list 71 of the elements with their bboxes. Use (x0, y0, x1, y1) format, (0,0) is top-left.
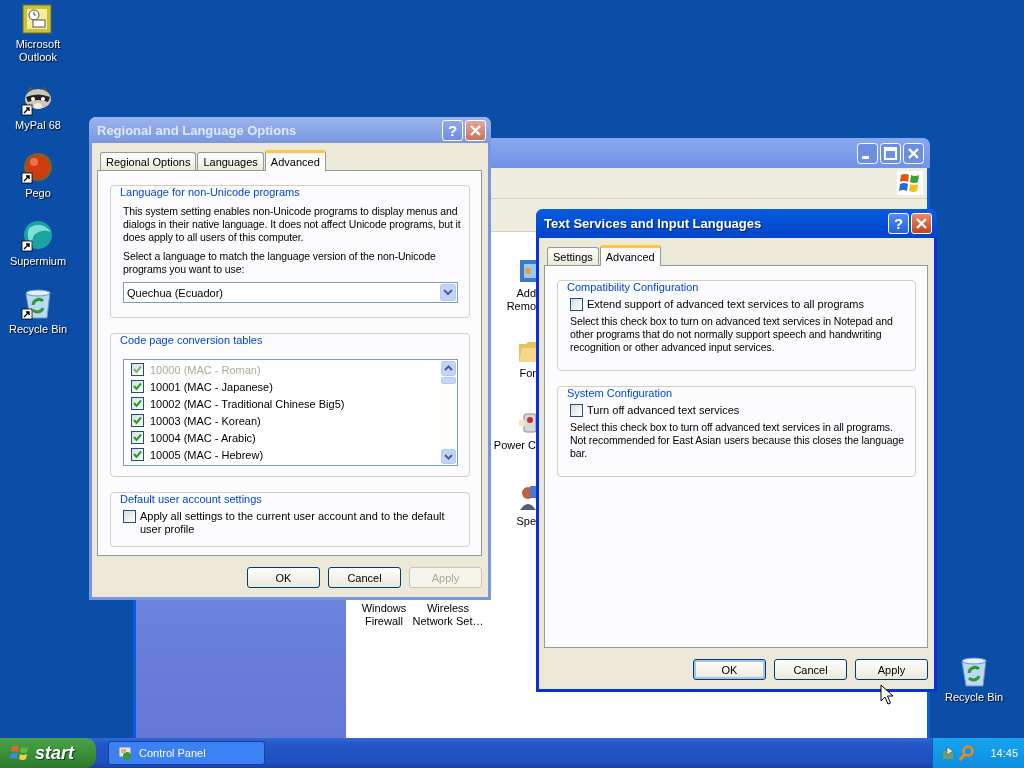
list-item[interactable]: 10001 (MAC - Japanese) (150, 380, 273, 393)
control-panel-item-label[interactable]: Windows Firewall (361, 602, 407, 628)
dialog-button[interactable]: Cancel (774, 659, 847, 680)
dialog-button[interactable]: OK (693, 659, 766, 680)
checkbox[interactable] (131, 431, 144, 444)
description-text: Select this check box to turn off advanced text services in all programs. Not recommended for East Asian users because this closes the language bar. (570, 421, 905, 460)
windows-flag-icon (897, 171, 923, 195)
control-panel-item-label[interactable]: Wireless Network Set… (412, 602, 484, 628)
group-label: System Configuration (565, 387, 675, 400)
description-text: This system setting enables non-Unicode programs to display menus and dialogs in their native language. It does not affect Unicode programs, but it does apply to all users of this computer. (123, 205, 462, 244)
desktop-icon-label[interactable]: Pego (25, 187, 51, 200)
control-panel-item-label[interactable]: Power C (493, 439, 536, 452)
group-label: Default user account settings (118, 493, 264, 506)
checkbox[interactable] (570, 404, 583, 417)
taskbar-button[interactable]: Control Panel (108, 741, 265, 765)
checkbox-label[interactable]: Turn off advanced text services (587, 404, 740, 417)
search-icon (959, 745, 975, 761)
tab[interactable]: Regional Options (100, 152, 197, 170)
tab[interactable]: Languages (197, 152, 264, 170)
dialog-button[interactable]: Cancel (328, 567, 401, 588)
group-label: Language for non-Unicode programs (118, 186, 302, 199)
close-button[interactable] (465, 119, 486, 141)
scroll-up-icon (441, 361, 456, 376)
dialog-button[interactable]: Apply (855, 659, 928, 680)
checkbox[interactable] (131, 414, 144, 427)
list-item[interactable]: 10002 (MAC - Traditional Chinese Big5) (150, 397, 345, 410)
dialog-button[interactable]: OK (247, 567, 320, 588)
language-dropdown[interactable]: Quechua (Ecuador) (123, 282, 458, 303)
close-icon (903, 142, 924, 164)
checkbox[interactable] (131, 448, 144, 461)
checkbox[interactable] (131, 380, 144, 393)
list-item[interactable]: 10004 (MAC - Arabic) (150, 431, 256, 444)
desktop-icon-label[interactable]: MyPal 68 (15, 119, 61, 132)
help-button[interactable]: ? (888, 213, 909, 234)
close-button[interactable] (911, 213, 932, 234)
tab[interactable]: Advanced (264, 150, 326, 171)
prompt-text: Select a language to match the language version of the non-Unicode programs you want to use: (123, 250, 437, 276)
checkbox[interactable] (570, 298, 583, 311)
minimize-icon (857, 142, 878, 164)
close-icon (470, 124, 481, 136)
speech-icon (518, 484, 536, 512)
start-button[interactable]: start (0, 738, 96, 768)
scroll-down-icon (441, 449, 456, 464)
control-panel-icon (117, 745, 133, 761)
desktop-icon-label[interactable]: Supermium (9, 255, 67, 268)
clock: 14:45 (990, 747, 1018, 759)
list-item[interactable]: 10005 (MAC - Hebrew) (150, 448, 264, 461)
tab[interactable]: Advanced (599, 245, 661, 266)
desktop-icon-label[interactable]: Recycle Bin (8, 323, 68, 336)
scrollbar-thumb[interactable] (441, 377, 456, 384)
cursor-icon (880, 684, 894, 706)
control-panel-item-label[interactable]: Add Remo (506, 287, 536, 313)
group-label: Code page conversion tables (118, 334, 265, 347)
desktop-icon-label[interactable]: Microsoft Outlook (15, 38, 61, 64)
checkbox-label[interactable]: Apply all settings to the current user account and to the default user profile (140, 510, 458, 536)
checkbox[interactable] (123, 510, 136, 523)
scrollbar[interactable] (440, 360, 457, 465)
control-panel-item-label[interactable]: For (519, 367, 536, 380)
checkbox[interactable] (131, 397, 144, 410)
desktop-icon-label[interactable]: Recycle Bin (944, 691, 1004, 704)
windows-flag-icon (10, 744, 30, 762)
description-text: Select this check box to turn on advanced text services in Notepad and other programs that do not normally support speech and handwriting recognition or other advanced input services. (570, 315, 894, 354)
close-icon (916, 218, 927, 229)
dialog-title: Regional and Language Options (97, 122, 297, 138)
dialog-title: Text Services and Input Languages (544, 216, 762, 231)
tab[interactable]: Settings (547, 247, 599, 265)
maximize-icon (880, 142, 901, 164)
checkbox-label[interactable]: Extend support of advanced text services to all programs (587, 298, 864, 311)
list-item[interactable]: 10003 (MAC - Korean) (150, 414, 261, 427)
group-label: Compatibility Configuration (565, 281, 701, 294)
control-panel-item-label[interactable]: Spe (516, 515, 536, 528)
